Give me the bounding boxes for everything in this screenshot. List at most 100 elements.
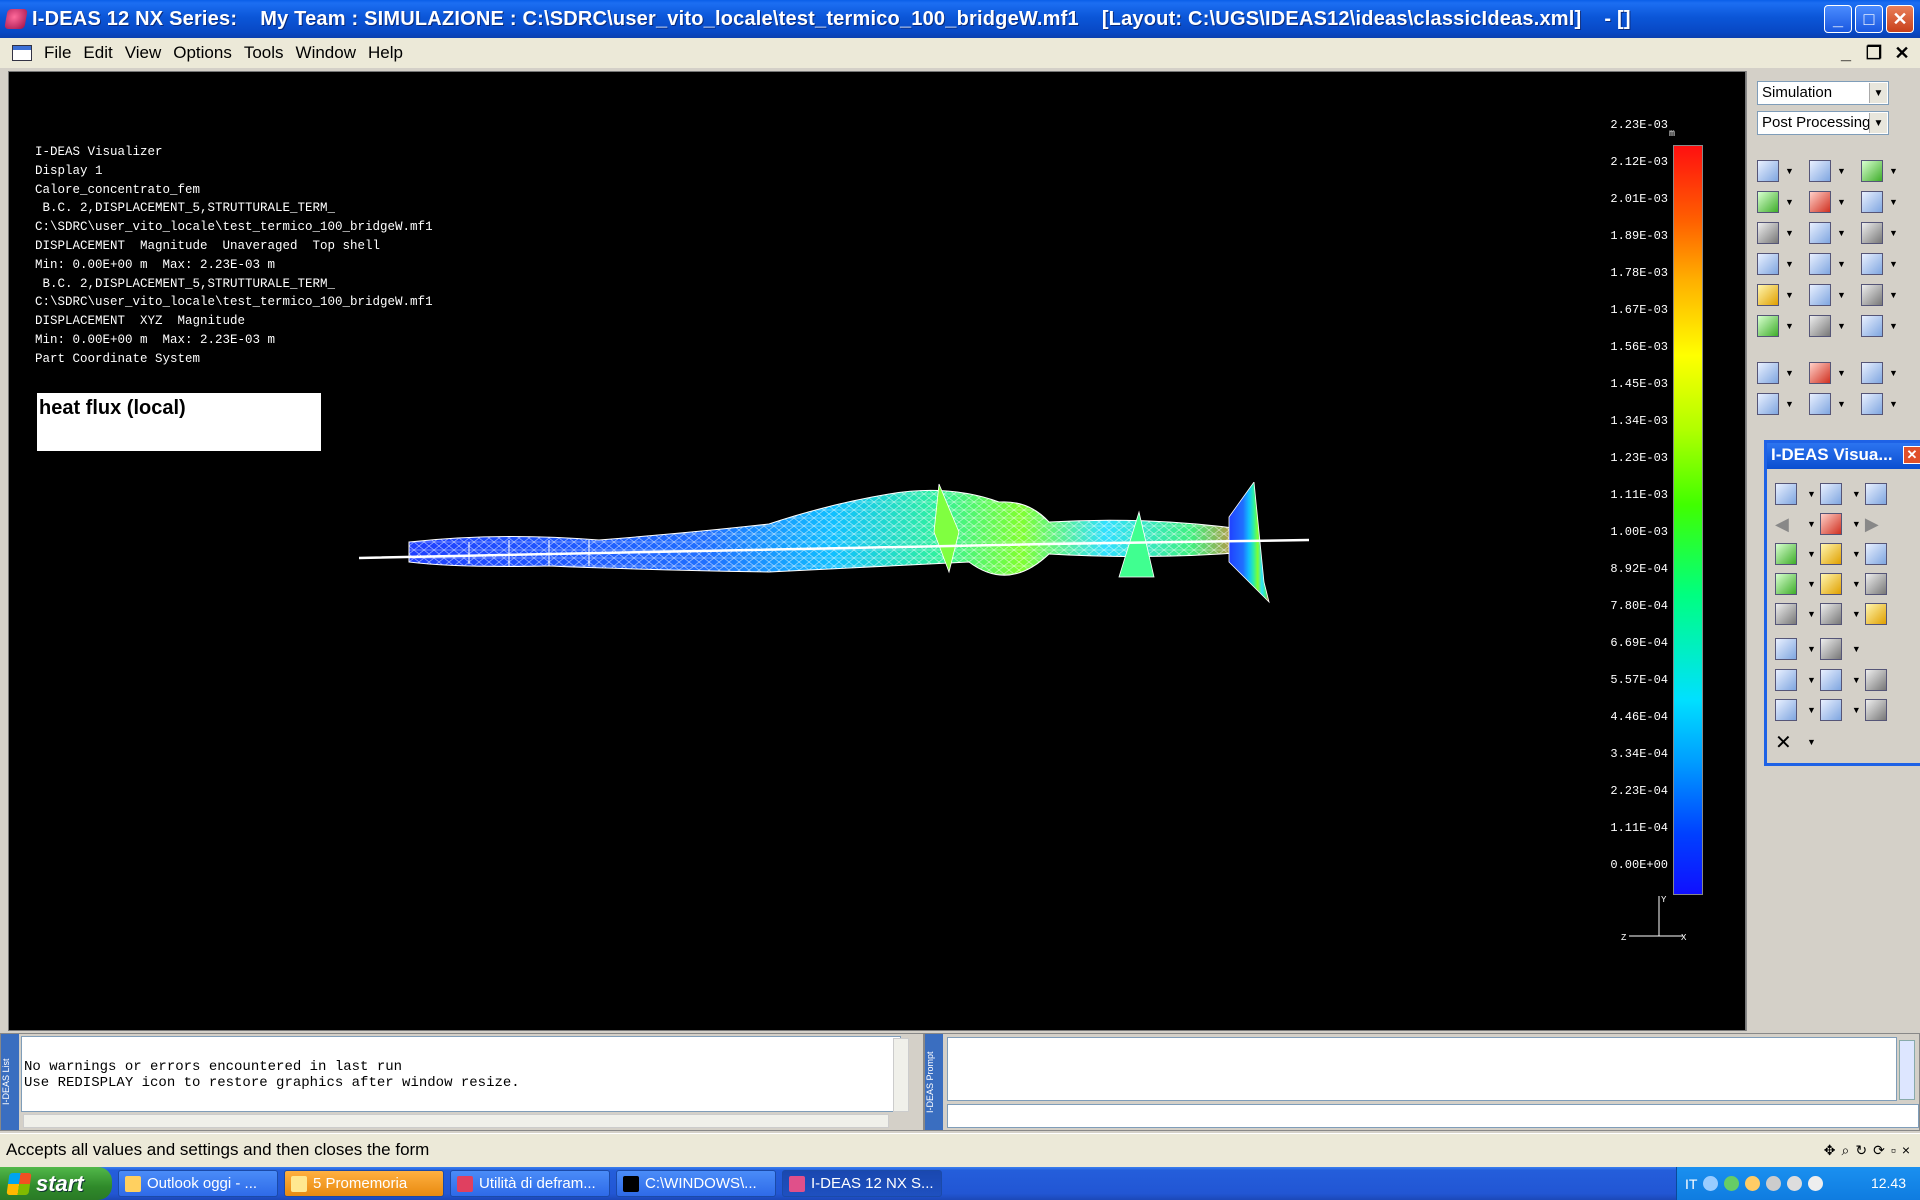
maximize-button[interactable]: □: [1855, 5, 1883, 33]
dropdown-arrow-icon[interactable]: ▼: [1807, 549, 1816, 559]
globe-icon[interactable]: [1864, 603, 1887, 625]
dropdown-arrow-icon[interactable]: ▼: [1889, 399, 1898, 409]
prompt-vertical-scrollbar[interactable]: [1899, 1040, 1915, 1100]
task-select[interactable]: Simulation ▼: [1757, 81, 1889, 105]
dropdown-arrow-icon[interactable]: ▼: [1785, 166, 1794, 176]
dropdown-arrow-icon[interactable]: ▼: [1852, 579, 1861, 589]
dropdown-arrow-icon[interactable]: ▼: [1889, 259, 1898, 269]
dropdown-arrow-icon[interactable]: ▼: [1785, 259, 1794, 269]
visualizer-palette[interactable]: I-DEAS Visua... ✕ ▼ ▼ ◀ ▼ ▼ ▶ ▼ ▼ ▼ ▼ ▼ ▼: [1764, 440, 1920, 766]
deform-icon[interactable]: [1809, 160, 1831, 182]
arrow-icon[interactable]: [1757, 191, 1779, 213]
close-button[interactable]: ✕: [1886, 5, 1914, 33]
dropdown-arrow-icon[interactable]: ▼: [1852, 489, 1861, 499]
center-icon[interactable]: ×: [1902, 1142, 1910, 1159]
taskbar-item-cmd[interactable]: C:\WINDOWS\...: [616, 1170, 776, 1197]
dropdown-arrow-icon[interactable]: ▼: [1785, 399, 1794, 409]
view-icon[interactable]: [1861, 362, 1883, 384]
dropdown-arrow-icon[interactable]: ▼: [1852, 609, 1861, 619]
mdi-minimize-button[interactable]: _: [1834, 42, 1858, 64]
dropdown-arrow-icon[interactable]: ▼: [1889, 290, 1898, 300]
menu-edit[interactable]: Edit: [77, 43, 118, 63]
car-icon[interactable]: [1819, 573, 1842, 595]
display-icon[interactable]: [1757, 160, 1779, 182]
contour-icon[interactable]: [1809, 191, 1831, 213]
rotate-3d-icon[interactable]: ⟳: [1873, 1142, 1885, 1159]
chevron-down-icon[interactable]: ▼: [1869, 83, 1887, 103]
menu-options[interactable]: Options: [167, 43, 238, 63]
layer-icon[interactable]: [1775, 573, 1797, 595]
taskbar-item-ideas[interactable]: I-DEAS 12 NX S...: [782, 1170, 942, 1197]
dropdown-arrow-icon[interactable]: ▼: [1837, 197, 1846, 207]
document-icon[interactable]: [12, 45, 32, 61]
camera-icon[interactable]: [1819, 603, 1842, 625]
print-icon[interactable]: [1864, 699, 1887, 721]
dropdown-arrow-icon[interactable]: ▼: [1889, 321, 1898, 331]
display-settings-icon[interactable]: [1864, 483, 1887, 505]
window-titlebar[interactable]: I-DEAS 12 NX Series: My Team : SIMULAZIO…: [0, 0, 1920, 38]
fit-icon[interactable]: ▫: [1891, 1142, 1896, 1159]
security-icon[interactable]: [1724, 1176, 1740, 1191]
dropdown-arrow-icon[interactable]: ▼: [1889, 197, 1898, 207]
prompt-history[interactable]: [947, 1037, 1897, 1101]
measure-icon[interactable]: [1861, 284, 1883, 306]
usb-icon[interactable]: [1808, 1176, 1824, 1191]
close-x-icon[interactable]: ✕: [1775, 730, 1797, 755]
display-icon[interactable]: [1775, 483, 1797, 505]
palette-titlebar[interactable]: I-DEAS Visua... ✕: [1767, 443, 1920, 469]
dropdown-arrow-icon[interactable]: ▼: [1852, 675, 1861, 685]
dropdown-arrow-icon[interactable]: ▼: [1837, 228, 1846, 238]
minimize-button[interactable]: _: [1824, 5, 1852, 33]
display-options-icon[interactable]: [1819, 483, 1842, 505]
deform-icon[interactable]: [1775, 543, 1797, 565]
messenger-icon[interactable]: [1745, 1176, 1761, 1191]
axis-icon[interactable]: [1861, 315, 1883, 337]
taskbar-item-reminders[interactable]: 5 Promemoria: [284, 1170, 444, 1197]
menu-help[interactable]: Help: [362, 43, 409, 63]
menu-window[interactable]: Window: [290, 43, 362, 63]
dropdown-arrow-icon[interactable]: ▼: [1852, 644, 1861, 654]
dropdown-arrow-icon[interactable]: ▼: [1852, 549, 1861, 559]
list-vertical-scrollbar[interactable]: [893, 1038, 909, 1112]
info-icon[interactable]: [1809, 393, 1831, 415]
palette-close-button[interactable]: ✕: [1903, 446, 1920, 464]
start-button[interactable]: start: [0, 1167, 112, 1200]
y-axis-icon[interactable]: [1775, 699, 1797, 721]
timer-icon[interactable]: [1775, 603, 1797, 625]
dropdown-arrow-icon[interactable]: ▼: [1807, 489, 1816, 499]
dropdown-arrow-icon[interactable]: ▼: [1837, 399, 1846, 409]
zoom-icon[interactable]: [1819, 638, 1842, 660]
section-icon[interactable]: [1819, 669, 1842, 691]
dropdown-arrow-icon[interactable]: ▼: [1785, 228, 1794, 238]
pan-icon[interactable]: ✥: [1824, 1142, 1836, 1159]
dropdown-arrow-icon[interactable]: ▼: [1852, 519, 1861, 529]
prompt-input[interactable]: [947, 1104, 1919, 1128]
dropdown-arrow-icon[interactable]: ▼: [1837, 166, 1846, 176]
film-icon[interactable]: [1775, 638, 1797, 660]
dropdown-arrow-icon[interactable]: ▼: [1785, 290, 1794, 300]
rotate-icon[interactable]: ↻: [1855, 1142, 1867, 1159]
dropdown-arrow-icon[interactable]: ▼: [1785, 321, 1794, 331]
dropdown-arrow-icon[interactable]: ▼: [1837, 259, 1846, 269]
xy-axis-icon[interactable]: [1809, 253, 1831, 275]
xyz-axis-icon[interactable]: [1861, 253, 1883, 275]
dropdown-arrow-icon[interactable]: ▼: [1807, 579, 1816, 589]
sigma-icon[interactable]: [1809, 222, 1831, 244]
dropdown-arrow-icon[interactable]: ▼: [1807, 705, 1816, 715]
redisplay-icon[interactable]: [1757, 362, 1779, 384]
x-axis-icon[interactable]: [1819, 699, 1842, 721]
dropdown-arrow-icon[interactable]: ▼: [1807, 644, 1816, 654]
cube-icon[interactable]: [1861, 160, 1883, 182]
surface-icon[interactable]: [1819, 543, 1842, 565]
dropdown-arrow-icon[interactable]: ▼: [1837, 368, 1846, 378]
menu-tools[interactable]: Tools: [238, 43, 290, 63]
dropdown-arrow-icon[interactable]: ▼: [1807, 609, 1816, 619]
grid-icon[interactable]: [1864, 573, 1887, 595]
taskbar-item-defrag[interactable]: Utilità di defram...: [450, 1170, 610, 1197]
dropdown-arrow-icon[interactable]: ▼: [1889, 228, 1898, 238]
dropdown-arrow-icon[interactable]: ▼: [1889, 166, 1898, 176]
dropdown-arrow-icon[interactable]: ▼: [1852, 705, 1861, 715]
menu-view[interactable]: View: [119, 43, 168, 63]
clock[interactable]: 12.43: [1871, 1175, 1906, 1191]
camera-icon[interactable]: [1757, 222, 1779, 244]
